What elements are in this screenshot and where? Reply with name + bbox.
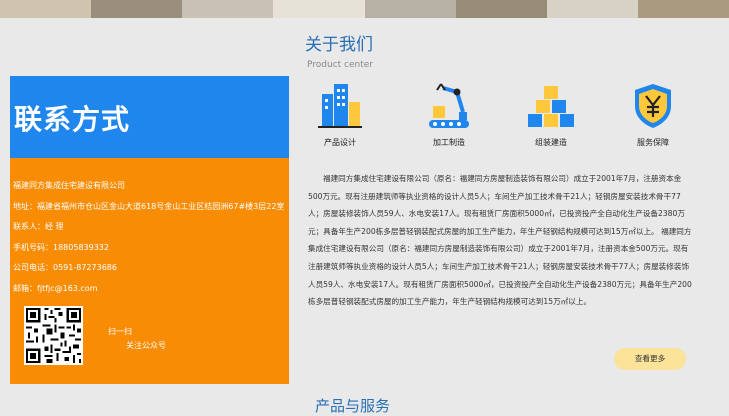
contact-sidebar: 联系方式 福建同方集成住宅建设有限公司 地址：福建省福州市仓山区金山大道618号…: [10, 76, 289, 384]
contact-person: 联系人：经 理: [13, 222, 64, 231]
contact-title-block: 联系方式: [10, 76, 289, 158]
banner-photo: [455, 0, 547, 18]
banner-photo: [546, 0, 638, 18]
products-heading: 产品与服务: [315, 397, 391, 415]
yen-shield-icon: [627, 80, 679, 132]
banner-photo: [91, 0, 183, 18]
about-subheading: Product center: [307, 60, 373, 70]
feature-label: 组装建造: [535, 138, 567, 147]
feature-manufacturing[interactable]: 加工制造: [414, 80, 484, 148]
about-heading: 关于我们: [305, 35, 373, 55]
about-body-text: 福建同方集成住宅建设有限公司（原名：福建同方房屋制造装饰有限公司）成立于2001…: [308, 174, 692, 307]
banner-photo: [273, 0, 365, 18]
banner-photo: [364, 0, 456, 18]
feature-assembly[interactable]: 组装建造: [516, 80, 586, 148]
address-text: 地址：福建省福州市仓山区金山大道618号金山工业区桔园洲67#楼3层22室: [13, 202, 285, 211]
feature-label: 服务保障: [637, 138, 669, 147]
qr-follow-text: 关注公众号: [126, 341, 166, 350]
robot-arm-icon: [423, 80, 475, 132]
contact-info-block: 福建同方集成住宅建设有限公司 地址：福建省福州市仓山区金山大道618号金山工业区…: [10, 158, 289, 384]
view-more-button[interactable]: 查看更多: [614, 348, 686, 370]
contact-title: 联系方式: [14, 103, 131, 136]
company-phone: 公司电话：0591-87273686: [13, 263, 117, 272]
building-chart-icon: [314, 80, 366, 132]
top-banner-strip: [0, 0, 729, 18]
email-link[interactable]: 邮箱：fjtfjc@163.com: [13, 283, 98, 294]
mobile-number: 手机号码：18805839332: [13, 243, 109, 252]
banner-photo: [0, 0, 92, 18]
stacked-blocks-icon: [525, 80, 577, 132]
banner-photo: [182, 0, 274, 18]
feature-product-design[interactable]: 产品设计: [305, 80, 375, 148]
feature-service[interactable]: 服务保障: [618, 80, 688, 148]
qr-scan-text: 扫一扫: [108, 327, 132, 336]
feature-label: 加工制造: [433, 138, 465, 147]
banner-photo: [637, 0, 729, 18]
qr-code-icon: [24, 306, 83, 365]
feature-label: 产品设计: [324, 138, 356, 147]
company-name: 福建同方集成住宅建设有限公司: [13, 181, 125, 190]
